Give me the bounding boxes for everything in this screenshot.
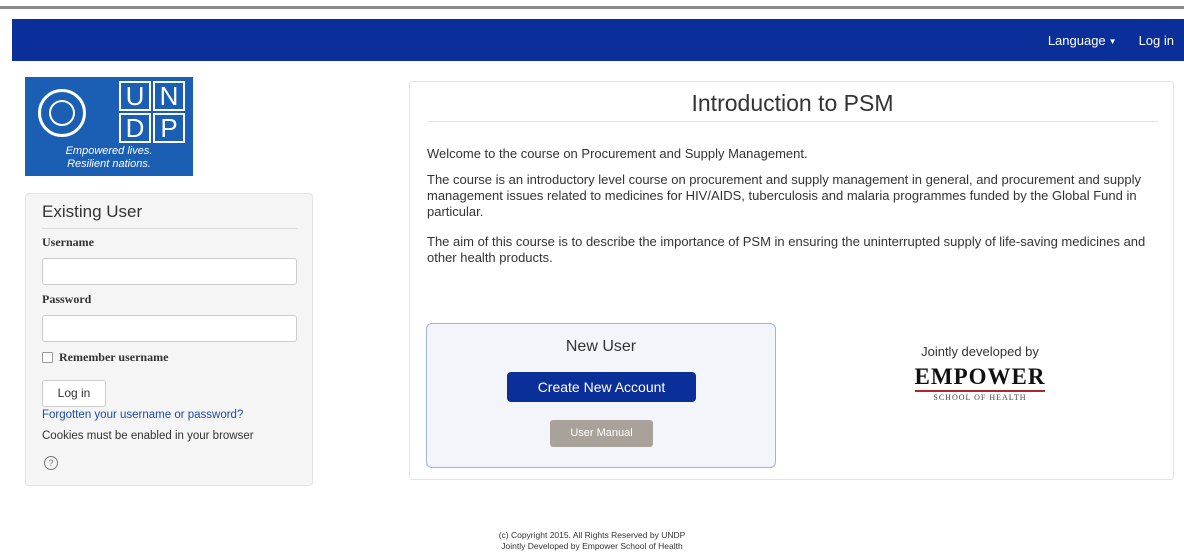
footer-credit: Jointly Developed by Empower School of H… bbox=[501, 541, 683, 551]
new-user-title: New User bbox=[565, 338, 637, 355]
help-circle-icon[interactable]: ? bbox=[44, 456, 58, 470]
jointly-developed-text: Jointly developed by bbox=[921, 344, 1039, 359]
empower-logo-subtext: SCHOOL OF HEALTH bbox=[933, 393, 1027, 402]
username-input[interactable] bbox=[42, 258, 297, 285]
undp-logo: U N D P Empowered lives. Resilient natio… bbox=[25, 77, 193, 176]
intro-paragraph-3: The aim of this course is to describe th… bbox=[427, 234, 1146, 265]
cookie-note: Cookies must be enabled in your browser bbox=[42, 430, 254, 442]
footer: (c) Copyright 2015. All Rights Reserved … bbox=[0, 530, 1184, 552]
logo-letter-p: P bbox=[153, 113, 185, 143]
logo-tagline-line2: Resilient nations. bbox=[67, 158, 151, 170]
username-label: Username bbox=[42, 235, 94, 249]
forgot-password-link[interactable]: Forgotten your username or password? bbox=[42, 409, 243, 421]
logo-tagline-line1: Empowered lives. bbox=[65, 145, 153, 157]
remember-label: Remember username bbox=[59, 350, 169, 364]
top-navbar: Language ▼ Log in bbox=[12, 19, 1184, 61]
password-label: Password bbox=[42, 292, 92, 306]
course-title: Introduction to PSM bbox=[691, 90, 894, 116]
remember-checkbox[interactable] bbox=[42, 352, 53, 363]
intro-paragraph-2: The course is an introductory level cour… bbox=[427, 172, 1141, 219]
logo-letter-u: U bbox=[119, 81, 151, 111]
empower-logo-word: EMPOWER bbox=[914, 365, 1046, 392]
top-divider bbox=[0, 6, 1184, 9]
caret-down-icon: ▼ bbox=[1108, 36, 1117, 46]
intro-paragraph-1: Welcome to the course on Procurement and… bbox=[427, 146, 808, 161]
logo-tagline: Empowered lives. Resilient nations. bbox=[25, 145, 193, 171]
title-divider bbox=[427, 121, 1158, 122]
course-panel: Introduction to PSM Welcome to the cours… bbox=[409, 81, 1174, 480]
login-button[interactable]: Log in bbox=[42, 380, 106, 407]
logo-letter-d: D bbox=[119, 113, 151, 143]
logo-letter-n: N bbox=[153, 81, 185, 111]
create-account-button[interactable]: Create New Account bbox=[507, 372, 696, 402]
empower-logo: EMPOWER SCHOOL OF HEALTH bbox=[890, 365, 1070, 402]
un-emblem-icon bbox=[33, 85, 91, 141]
new-user-box: New User Create New Account User Manual bbox=[426, 323, 776, 468]
login-panel: Existing User Username Password Remember… bbox=[25, 193, 313, 486]
footer-copyright: (c) Copyright 2015. All Rights Reserved … bbox=[498, 530, 686, 540]
user-manual-button[interactable]: User Manual bbox=[550, 420, 653, 447]
nav-login-link[interactable]: Log in bbox=[1139, 33, 1174, 48]
language-menu[interactable]: Language ▼ bbox=[1048, 33, 1117, 48]
remember-username: Remember username bbox=[42, 350, 168, 365]
login-heading: Existing User bbox=[42, 202, 298, 229]
password-input[interactable] bbox=[42, 315, 297, 342]
